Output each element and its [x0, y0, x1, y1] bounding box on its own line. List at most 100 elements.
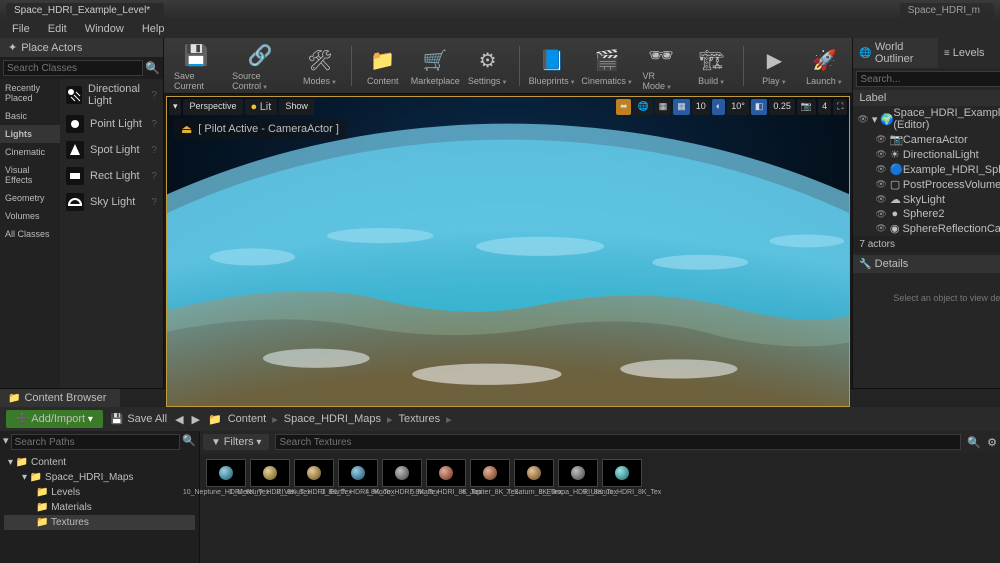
source-control-button[interactable]: 🔗Source Control▼ — [228, 37, 292, 94]
help-icon[interactable]: ? — [151, 119, 157, 130]
tree-folder-levels[interactable]: 📁 Levels — [4, 485, 195, 500]
settings-button[interactable]: ⚙Settings▼ — [466, 42, 510, 89]
viewport[interactable]: ▾ Perspective ● Lit Show ⬌🌐▦▦10◐10°◧0.25… — [166, 96, 850, 407]
search-icon[interactable]: 🔍 — [182, 434, 196, 450]
search-textures-input[interactable] — [275, 434, 961, 450]
launch-button[interactable]: 🚀Launch▼ — [802, 42, 846, 89]
tree-item-spherereflectioncapture[interactable]: 👁◉SphereReflectionCapture — [853, 221, 1000, 236]
search-icon[interactable]: 🔍 — [967, 436, 981, 449]
tree-folder-content[interactable]: ▾ 📁 Content — [4, 455, 195, 470]
level-title-tab[interactable]: Space_HDRI_Example_Level* — [6, 3, 164, 18]
coord-space-icon[interactable]: 🌐 — [633, 99, 652, 115]
asset-5_mars_hdri_8k_tex[interactable]: 5_Mars_HDRI_8K_Tex — [426, 459, 466, 497]
show-button[interactable]: Show — [279, 99, 314, 115]
modes-button[interactable]: 🛠Modes▼ — [298, 42, 342, 89]
tree-folder-space_hdri_maps[interactable]: ▾ 📁 Space_HDRI_Maps — [4, 470, 195, 485]
secondary-title-tab[interactable]: Space_HDRI_m — [900, 3, 994, 18]
cinematics-button[interactable]: 🎬Cinematics▼ — [582, 42, 633, 89]
visibility-icon[interactable]: 👁 — [875, 134, 886, 145]
visibility-icon[interactable]: 👁 — [875, 223, 886, 234]
scale-size[interactable]: 0.25 — [769, 99, 795, 115]
visibility-icon[interactable]: 👁 — [875, 149, 886, 160]
menu-help[interactable]: Help — [134, 21, 173, 37]
pilot-indicator[interactable]: ⏏ [ Pilot Active - CameraActor ] — [173, 119, 347, 139]
tree-item-example_hdri_sphere[interactable]: 👁🔵Example_HDRI_Sphere — [853, 162, 1000, 177]
angle-snap-icon[interactable]: ◐ — [712, 99, 725, 115]
save-current-button[interactable]: 💾Save Current — [170, 37, 222, 94]
actor-point-light[interactable]: Point Light? — [60, 111, 163, 137]
actor-sky-light[interactable]: Sky Light? — [60, 189, 163, 215]
camera-speed-icon[interactable]: 📷 — [797, 99, 816, 115]
angle-size[interactable]: 10° — [727, 99, 749, 115]
help-icon[interactable]: ? — [151, 145, 157, 156]
asset-9_uranus_hdri_8k_tex[interactable]: 9_Uranus_HDRI_8K_Tex — [602, 459, 642, 497]
nav-back-button[interactable]: ◀ — [175, 413, 183, 426]
menu-file[interactable]: File — [4, 21, 38, 37]
crumb-textures[interactable]: Textures — [399, 413, 441, 425]
category-all-classes[interactable]: All Classes — [0, 225, 60, 243]
actor-directional-light[interactable]: Directional Light? — [60, 79, 163, 111]
tree-item-skylight[interactable]: 👁☁SkyLight — [853, 192, 1000, 207]
levels-tab[interactable]: ≡ Levels — [938, 38, 1000, 68]
category-lights[interactable]: Lights — [0, 125, 60, 143]
actor-rect-light[interactable]: Rect Light? — [60, 163, 163, 189]
tree-root[interactable]: 👁▾🌍Space_HDRI_Example_Level (Editor) — [853, 106, 1000, 132]
category-visual-effects[interactable]: Visual Effects — [0, 161, 60, 189]
outliner-search-input[interactable] — [856, 71, 1000, 87]
nav-forward-button[interactable]: ▶ — [192, 413, 200, 426]
help-icon[interactable]: ? — [151, 90, 157, 101]
build-button[interactable]: 🏗Build▼ — [690, 42, 734, 89]
grid-size[interactable]: 10 — [692, 99, 710, 115]
content-browser-tab[interactable]: 📁 Content Browser — [0, 389, 120, 407]
vr-mode-button[interactable]: 🕶VR Mode▼ — [639, 37, 684, 94]
transform-mode-icon[interactable]: ⬌ — [616, 99, 632, 115]
tree-folder-materials[interactable]: 📁 Materials — [4, 500, 195, 515]
maximize-icon[interactable]: ⛶ — [833, 99, 847, 115]
folder-icon[interactable]: 📁 — [208, 413, 222, 426]
details-tab[interactable]: 🔧 Details — [853, 255, 1000, 273]
asset-6_jupiter_8k_tex[interactable]: 6_Jupiter_8K_Tex — [470, 459, 510, 497]
tree-item-directionallight[interactable]: 👁☀DirectionalLight — [853, 147, 1000, 162]
category-basic[interactable]: Basic — [0, 107, 60, 125]
view-options-button[interactable]: ⚙ — [987, 436, 997, 449]
tree-item-postprocessvolume[interactable]: 👁▢PostProcessVolume — [853, 177, 1000, 192]
grid-snap-icon[interactable]: ▦ — [673, 99, 690, 115]
visibility-icon[interactable]: 👁 — [875, 194, 886, 205]
content-button[interactable]: 📁Content — [361, 42, 405, 89]
category-cinematic[interactable]: Cinematic — [0, 143, 60, 161]
perspective-button[interactable]: Perspective — [183, 99, 242, 115]
collapse-tree-button[interactable]: ▾ — [3, 434, 9, 450]
visibility-icon[interactable]: 👁 — [875, 209, 886, 220]
search-paths-input[interactable] — [11, 434, 181, 450]
category-geometry[interactable]: Geometry — [0, 189, 60, 207]
search-icon[interactable]: 🔍 — [145, 61, 160, 75]
add-import-button[interactable]: ➕ Add/Import ▾ — [6, 410, 103, 428]
crumb-space_hdri_maps[interactable]: Space_HDRI_Maps — [284, 413, 381, 425]
search-classes-input[interactable] — [3, 60, 143, 76]
world-outliner-tab[interactable]: 🌐 World Outliner — [853, 38, 938, 68]
actor-spot-light[interactable]: Spot Light? — [60, 137, 163, 163]
help-icon[interactable]: ? — [151, 171, 157, 182]
play-button[interactable]: ▶Play▼ — [752, 42, 796, 89]
surface-snap-icon[interactable]: ▦ — [655, 99, 672, 115]
filters-button[interactable]: ▼ Filters ▾ — [203, 434, 269, 450]
help-icon[interactable]: ? — [151, 197, 157, 208]
viewport-options-button[interactable]: ▾ — [169, 99, 182, 115]
visibility-icon[interactable]: 👁 — [857, 114, 868, 125]
visibility-icon[interactable]: 👁 — [875, 179, 886, 190]
crumb-content[interactable]: Content — [228, 413, 267, 425]
tree-item-cameraactor[interactable]: 👁📷CameraActor — [853, 132, 1000, 147]
save-all-button[interactable]: 💾 Save All — [111, 413, 167, 425]
tree-folder-textures[interactable]: 📁 Textures — [4, 515, 195, 530]
place-actors-tab[interactable]: ✦ Place Actors — [0, 38, 163, 57]
eject-icon[interactable]: ⏏ — [181, 122, 192, 136]
marketplace-button[interactable]: 🛒Marketplace — [411, 42, 460, 89]
camera-speed[interactable]: 4 — [818, 99, 831, 115]
category-volumes[interactable]: Volumes — [0, 207, 60, 225]
category-recently-placed[interactable]: Recently Placed — [0, 79, 60, 107]
menu-window[interactable]: Window — [77, 21, 132, 37]
scale-snap-icon[interactable]: ◧ — [751, 99, 768, 115]
lit-mode-button[interactable]: ● Lit — [245, 99, 278, 115]
visibility-icon[interactable]: 👁 — [875, 164, 886, 175]
tree-item-sphere2[interactable]: 👁●Sphere2 — [853, 207, 1000, 221]
